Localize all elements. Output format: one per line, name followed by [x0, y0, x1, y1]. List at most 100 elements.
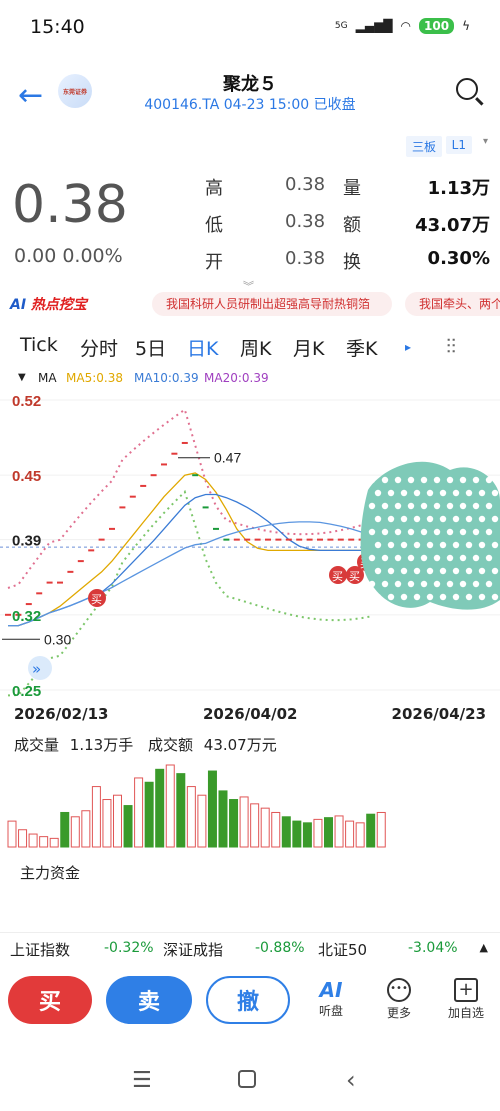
- volume-bar: [313, 818, 323, 848]
- search-icon[interactable]: [456, 78, 478, 100]
- cloud-dot: [491, 541, 499, 549]
- cloud-dot: [387, 541, 395, 549]
- cloud-dot: [446, 554, 454, 562]
- cancel-order-button[interactable]: 撤: [206, 976, 290, 1024]
- cloud-dot: [381, 476, 389, 484]
- news-chip[interactable]: 我国牵头、两个: [405, 292, 500, 316]
- charging-icon: ϟ: [462, 19, 470, 33]
- cloud-dot: [426, 515, 434, 523]
- cloud-dot: [446, 502, 454, 510]
- listen-button[interactable]: AI 听盘: [306, 978, 356, 1019]
- ma-toggle-icon[interactable]: ▼: [18, 372, 26, 383]
- cloud-dot: [400, 541, 408, 549]
- cloud-dot: [368, 554, 376, 562]
- volume-bar: [366, 813, 376, 848]
- quote-label: 额: [343, 215, 361, 236]
- buy-mark-label: 买: [349, 570, 360, 583]
- cloud-dot: [478, 541, 486, 549]
- cloud-dot: [374, 567, 382, 575]
- cloud-dot: [387, 567, 395, 575]
- ai-hot-tag[interactable]: AI 热点挖宝: [10, 294, 87, 314]
- quote-value: 0.38: [285, 174, 326, 195]
- board-chip[interactable]: 三板: [405, 136, 442, 157]
- cloud-dot: [374, 515, 382, 523]
- tab-5day[interactable]: 5日: [135, 334, 166, 361]
- upper-band-line: [7, 407, 373, 589]
- news-chip[interactable]: 我国科研人员研制出超强高导耐热铜箔: [152, 292, 392, 316]
- volume-bar: [355, 822, 365, 848]
- back-icon[interactable]: ‹: [346, 1066, 356, 1094]
- ma20-line: [8, 521, 373, 627]
- volume-bar: [292, 820, 302, 848]
- volume-bar: [70, 816, 80, 848]
- more-tabs-icon[interactable]: ▸: [405, 340, 411, 354]
- chevron-down-icon[interactable]: ▾: [483, 136, 488, 147]
- tab-daily-k[interactable]: 日K: [187, 334, 218, 361]
- ma-label: MA: [38, 371, 57, 385]
- volume-bar: [28, 833, 38, 848]
- volume-chart[interactable]: [0, 755, 500, 855]
- cloud-dot: [446, 580, 454, 588]
- stock-title: 聚龙５: [223, 74, 277, 95]
- cloud-dot: [368, 580, 376, 588]
- cloud-dot: [400, 593, 408, 601]
- tab-quarterly-k[interactable]: 季K: [346, 334, 377, 361]
- main-fund-title: 主力资金: [20, 864, 81, 882]
- cloud-dot: [465, 541, 473, 549]
- ma10-value: MA10:0.39: [134, 371, 199, 385]
- level-chip[interactable]: L1: [445, 136, 472, 154]
- quote-label: 开: [205, 252, 223, 273]
- cloud-dot: [485, 502, 493, 510]
- ai-prefix: AI: [10, 297, 27, 313]
- tab-monthly-k[interactable]: 月K: [293, 334, 324, 361]
- sell-button[interactable]: 卖: [106, 976, 192, 1024]
- more-button[interactable]: ••• 更多: [374, 978, 424, 1021]
- volume-bar: [91, 786, 101, 848]
- add-watchlist-label: 加自选: [447, 1006, 484, 1020]
- y-tick-label: 0.32: [12, 608, 41, 625]
- volume-bar: [102, 799, 112, 848]
- cloud-dot: [472, 502, 480, 510]
- cloud-dot: [459, 580, 467, 588]
- ma20-value: MA20:0.39: [204, 371, 269, 385]
- cloud-dot: [452, 593, 460, 601]
- cloud-dot: [478, 515, 486, 523]
- volume-bar: [229, 799, 239, 848]
- tab-weekly-k[interactable]: 周K: [240, 334, 271, 361]
- kline-chart[interactable]: 0.520.450.390.320.250.470.30买买买买»: [0, 390, 500, 700]
- index-change: -0.88%: [255, 940, 305, 956]
- buy-button[interactable]: 买: [8, 976, 92, 1024]
- menu-icon[interactable]: ☰: [132, 1068, 152, 1093]
- ma10-line: [8, 493, 372, 627]
- cloud-dot: [426, 489, 434, 497]
- cloud-dot: [459, 554, 467, 562]
- cloud-dot: [465, 489, 473, 497]
- date-label: 2026/02/13: [14, 705, 109, 723]
- expand-up-icon[interactable]: ▲: [480, 941, 488, 954]
- cloud-dot: [485, 528, 493, 536]
- cloud-dot: [394, 528, 402, 536]
- cloud-dot: [426, 567, 434, 575]
- tab-tick[interactable]: Tick: [20, 334, 58, 356]
- cloud-dot: [400, 515, 408, 523]
- cloud-dot: [368, 528, 376, 536]
- cloud-dot: [465, 567, 473, 575]
- low-annotation: 0.30: [44, 631, 71, 647]
- signal-icon: ▂▄▆█: [355, 19, 393, 33]
- cloud-dot: [374, 593, 382, 601]
- add-watchlist-button[interactable]: + 加自选: [441, 978, 491, 1021]
- y-tick-label: 0.52: [12, 393, 41, 410]
- volume-bar: [260, 807, 270, 848]
- index-ticker[interactable]: 上证指数 -0.32% 深证成指 -0.88% 北证50 -3.04% ▲: [0, 932, 500, 964]
- cloud-dot: [439, 515, 447, 523]
- volume-bar: [113, 794, 122, 848]
- cloud-dot: [446, 528, 454, 536]
- volume-bar: [324, 817, 333, 848]
- cloud-dot: [407, 580, 415, 588]
- home-icon[interactable]: [238, 1070, 256, 1088]
- cloud-dot: [465, 593, 473, 601]
- volume-bar: [123, 805, 133, 848]
- settings-sliders-icon[interactable]: ⫶⫶: [446, 334, 456, 358]
- tab-intraday[interactable]: 分时: [80, 334, 118, 361]
- cloud-dot: [452, 541, 460, 549]
